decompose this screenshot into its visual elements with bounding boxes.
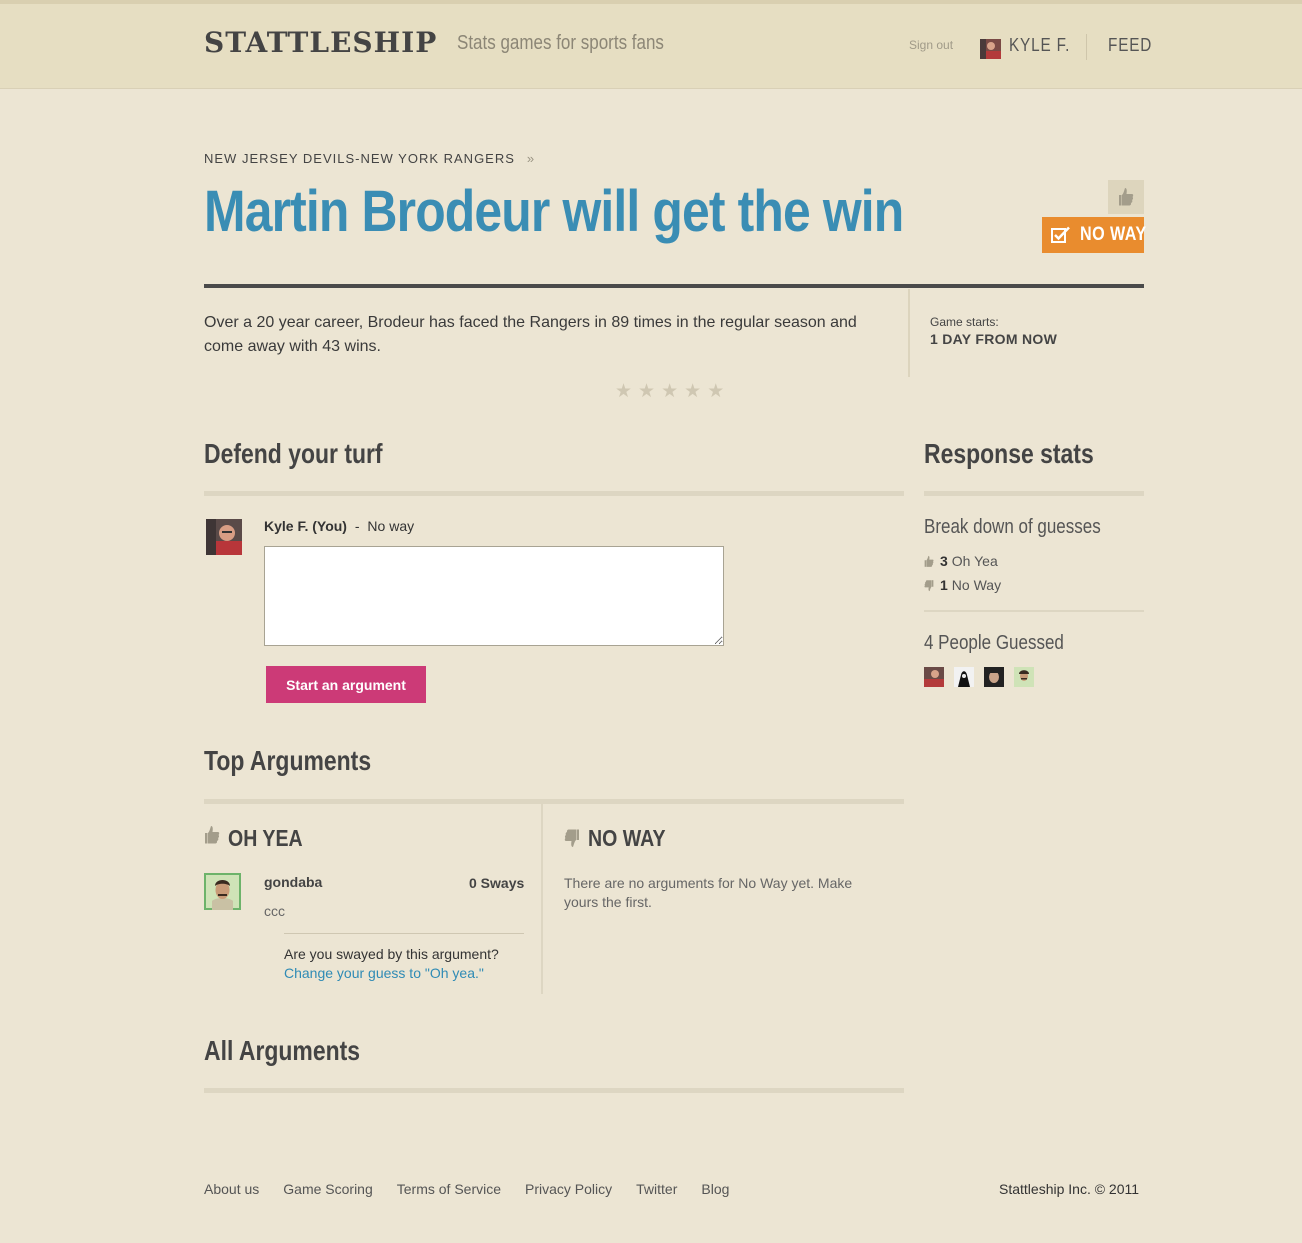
user-avatar[interactable] xyxy=(980,39,1001,59)
no-way-count: 1 xyxy=(940,577,948,593)
my-guess-separator: - xyxy=(354,518,360,534)
stats-divider xyxy=(924,491,1144,496)
defend-divider xyxy=(204,491,904,496)
footer-link-terms-of-service[interactable]: Terms of Service xyxy=(397,1181,501,1197)
footer-links: About us Game Scoring Terms of Service Priv… xyxy=(204,1181,729,1197)
game-description: Over a 20 year career, Brodeur has faced… xyxy=(204,314,857,355)
gondaba-avatar[interactable] xyxy=(204,873,241,910)
my-avatar xyxy=(206,519,242,555)
argument-sways: 0 Sways xyxy=(469,875,525,891)
guess-label: NO WAY xyxy=(1080,224,1147,245)
my-guess: No way xyxy=(367,518,415,534)
all-arguments-divider xyxy=(204,1088,904,1093)
oh-yea-column-title: OH YEA xyxy=(228,825,303,851)
guesser-avatar[interactable] xyxy=(1014,667,1034,687)
swayed-question: Are you swayed by this argument? xyxy=(284,946,499,962)
thumbs-down-icon xyxy=(924,579,934,591)
no-way-empty-message: There are no arguments for No Way yet. M… xyxy=(564,875,853,910)
start-argument-button[interactable]: Start an argument xyxy=(266,666,426,703)
argument-author[interactable]: gondaba xyxy=(264,874,322,890)
arguments-column-divider xyxy=(541,804,543,994)
top-arguments-title: Top Arguments xyxy=(204,745,372,776)
guesser-avatar[interactable] xyxy=(984,667,1004,687)
people-guessed-title: 4 People Guessed xyxy=(924,632,1064,654)
feed-link[interactable]: FEED xyxy=(1108,35,1152,56)
guesser-avatar[interactable] xyxy=(924,667,944,687)
star-icon[interactable]: ★ xyxy=(684,380,701,403)
star-icon[interactable]: ★ xyxy=(638,380,655,403)
footer-link-twitter[interactable]: Twitter xyxy=(636,1181,677,1197)
site-tagline: Stats games for sports fans xyxy=(457,32,664,54)
site-logo[interactable]: STATTLESHIP xyxy=(204,26,437,59)
all-arguments-title: All Arguments xyxy=(204,1035,361,1066)
top-arguments-divider xyxy=(204,799,904,804)
rating-stars[interactable]: ★ ★ ★ ★ ★ xyxy=(615,380,724,403)
sign-out-link[interactable]: Sign out xyxy=(909,38,953,52)
game-starts-value: 1 DAY FROM NOW xyxy=(930,331,1058,347)
breadcrumb-separator: » xyxy=(526,151,536,166)
nav-divider xyxy=(1086,34,1087,60)
guessers-list xyxy=(924,667,1034,687)
oh-yea-stat-label: Oh Yea xyxy=(951,553,998,569)
breadcrumb-game[interactable]: NEW JERSEY DEVILS-NEW YORK RANGERS xyxy=(204,151,515,166)
star-icon[interactable]: ★ xyxy=(707,380,724,403)
site-header: STATTLESHIP Stats games for sports fans … xyxy=(0,4,1302,89)
thumbs-up-icon xyxy=(924,555,934,567)
no-way-stat-label: No Way xyxy=(951,577,1002,593)
my-guess-line: Kyle F. (You) - No way xyxy=(264,518,414,534)
page-title: Martin Brodeur will get the win xyxy=(204,179,904,244)
thumbs-down-icon xyxy=(564,829,579,847)
no-way-column-title: NO WAY xyxy=(588,825,666,851)
star-icon[interactable]: ★ xyxy=(661,380,678,403)
footer-link-about-us[interactable]: About us xyxy=(204,1181,259,1197)
headline-divider xyxy=(204,284,1144,288)
oh-yea-stat: 3 Oh Yea xyxy=(924,553,998,569)
argument-input[interactable] xyxy=(264,546,724,646)
info-divider xyxy=(908,289,910,377)
oh-yea-button[interactable] xyxy=(1108,180,1144,214)
my-name: Kyle F. (You) xyxy=(264,518,347,534)
footer-link-privacy-policy[interactable]: Privacy Policy xyxy=(525,1181,612,1197)
no-way-stat: 1 No Way xyxy=(924,577,1001,593)
thumbs-up-icon xyxy=(205,826,220,844)
argument-divider xyxy=(284,933,524,934)
stats-inner-divider xyxy=(924,610,1144,612)
defend-title: Defend your turf xyxy=(204,438,383,469)
breakdown-title: Break down of guesses xyxy=(924,516,1101,538)
copyright: Stattleship Inc. © 2011 xyxy=(999,1181,1140,1197)
guesser-avatar[interactable] xyxy=(954,667,974,687)
user-name-link[interactable]: KYLE F. xyxy=(1009,35,1070,56)
breadcrumb[interactable]: NEW JERSEY DEVILS-NEW YORK RANGERS » xyxy=(204,151,535,166)
response-stats-title: Response stats xyxy=(924,438,1094,469)
checkbox-icon xyxy=(1051,226,1071,244)
argument-body: ccc xyxy=(264,903,285,919)
star-icon[interactable]: ★ xyxy=(615,380,632,403)
game-starts-label: Game starts: xyxy=(930,315,999,329)
no-way-guess-badge[interactable]: NO WAY xyxy=(1042,217,1147,253)
oh-yea-count: 3 xyxy=(940,553,948,569)
change-guess-link[interactable]: Change your guess to "Oh yea." xyxy=(284,965,484,981)
footer-link-game-scoring[interactable]: Game Scoring xyxy=(283,1181,372,1197)
thumbs-up-icon xyxy=(1119,188,1134,206)
footer-link-blog[interactable]: Blog xyxy=(701,1181,729,1197)
